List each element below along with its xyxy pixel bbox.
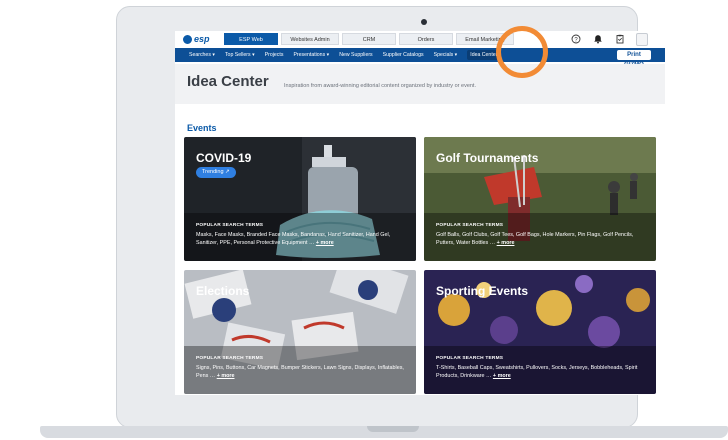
clipboard-icon[interactable] (614, 33, 626, 45)
trending-badge: Trending ↗ (196, 167, 236, 178)
popular-search-terms-heading: POPULAR SEARCH TERMS (196, 223, 264, 228)
popular-search-terms-heading: POPULAR SEARCH TERMS (436, 356, 504, 361)
webcam-icon (421, 19, 427, 25)
nav-item-supplier-catalogs[interactable]: Supplier Catalogs (383, 52, 424, 58)
card-golf-tournaments[interactable]: Golf Tournaments POPULAR SEARCH TERMS Go… (424, 137, 656, 261)
page-title: Idea Center (187, 73, 269, 90)
card-title: COVID-19 (196, 151, 252, 165)
logo-mark-icon (183, 34, 192, 44)
popular-search-terms-text: Golf Balls, Golf Clubs, Golf Tees, Golf … (436, 231, 646, 247)
tab-websites-admin[interactable]: Websites Admin (281, 33, 339, 45)
popular-search-terms-text: Signs, Pins, Buttons, Car Magnets, Bumpe… (196, 364, 406, 380)
nav-item-specials[interactable]: Specials ▾ (434, 52, 458, 58)
more-link[interactable]: + more (497, 240, 515, 246)
avatar (636, 32, 648, 46)
nav-item-presentations[interactable]: Presentations ▾ (293, 52, 329, 58)
nav-item-searches[interactable]: Searches ▾ (189, 52, 215, 58)
top-bar: esp ESP Web Websites Admin CRM Orders Em… (175, 31, 665, 47)
highlight-circle (496, 26, 548, 78)
print-gizmo-badge[interactable]: Print GIZMO (617, 50, 651, 68)
page-description: Inspiration from award-winning editorial… (284, 83, 476, 89)
tab-esp-web[interactable]: ESP Web (224, 33, 278, 45)
tab-orders[interactable]: Orders (399, 33, 453, 45)
top-icons: ? (570, 32, 648, 46)
card-title: Sporting Events (436, 284, 529, 298)
popular-search-terms-heading: POPULAR SEARCH TERMS (196, 356, 264, 361)
esp-logo[interactable]: esp (183, 33, 215, 45)
card-elections[interactable]: Elections POPULAR SEARCH TERMS Signs, Pi… (184, 270, 416, 394)
notification-bell-icon[interactable] (592, 33, 604, 45)
logo-text: esp (194, 34, 210, 44)
card-covid-19[interactable]: COVID-19 Trending ↗ POPULAR SEARCH TERMS… (184, 137, 416, 261)
user-avatar-icon[interactable] (636, 32, 648, 46)
app-tabs: ESP Web Websites Admin CRM Orders Email … (224, 33, 514, 45)
help-icon[interactable]: ? (570, 33, 582, 45)
more-link[interactable]: + more (316, 240, 334, 246)
popular-search-terms-text: T-Shirts, Baseball Caps, Sweatshirts, Pu… (436, 364, 646, 380)
card-sporting-events[interactable]: Sporting Events POPULAR SEARCH TERMS T-S… (424, 270, 656, 394)
laptop-notch (367, 426, 419, 432)
popular-search-terms-heading: POPULAR SEARCH TERMS (436, 223, 504, 228)
popular-search-terms-text: Masks, Face Masks, Branded Face Masks, B… (196, 231, 406, 247)
nav-item-new-suppliers[interactable]: New Suppliers (339, 52, 372, 58)
tab-crm[interactable]: CRM (342, 33, 396, 45)
card-title: Golf Tournaments (436, 151, 539, 165)
card-title: Elections (196, 284, 250, 298)
more-link[interactable]: + more (493, 373, 511, 379)
nav-item-top-sellers[interactable]: Top Sellers ▾ (225, 52, 255, 58)
nav-items: Searches ▾ Top Sellers ▾ Projects Presen… (189, 48, 501, 62)
search-terms: Masks, Face Masks, Branded Face Masks, B… (196, 232, 391, 246)
search-terms: T-Shirts, Baseball Caps, Sweatshirts, Pu… (436, 365, 638, 379)
nav-item-projects[interactable]: Projects (265, 52, 284, 58)
app-screen: esp ESP Web Websites Admin CRM Orders Em… (175, 31, 665, 395)
main-nav: Searches ▾ Top Sellers ▾ Projects Presen… (175, 48, 665, 68)
more-link[interactable]: + more (217, 373, 235, 379)
section-title-events: Events (187, 123, 217, 133)
search-terms: Golf Balls, Golf Clubs, Golf Tees, Golf … (436, 232, 634, 246)
